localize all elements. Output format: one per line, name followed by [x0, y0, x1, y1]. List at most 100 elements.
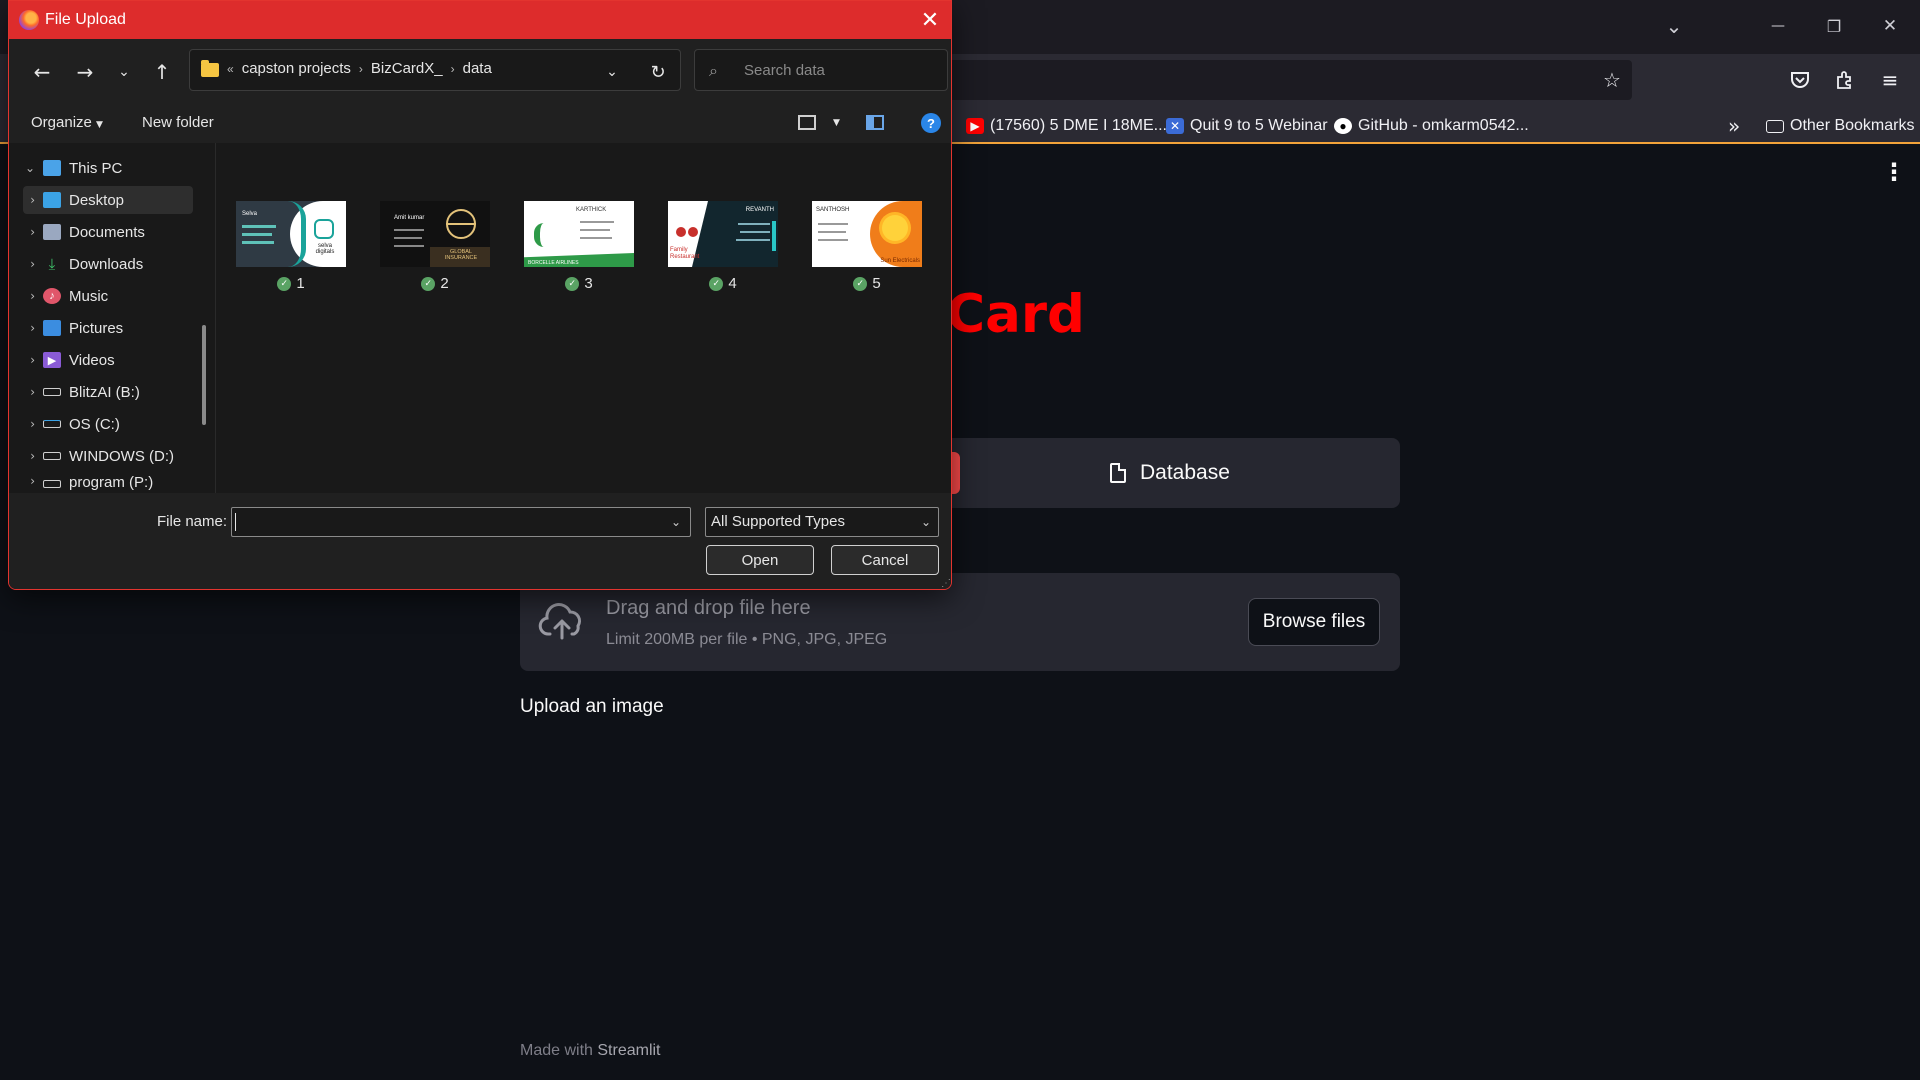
file-thumbnail-4[interactable]: Family Restaurant REVANTH [668, 201, 778, 267]
sync-ok-icon: ✓ [565, 276, 580, 291]
file-thumbnail-1[interactable]: Selva selva digitals [236, 201, 346, 267]
organize-label: Organize [31, 114, 92, 131]
bookmark-webinar[interactable]: ✕ Quit 9 to 5 Webinar [1166, 113, 1328, 139]
resize-grip-icon[interactable]: ⋰ [941, 579, 951, 589]
menu-icon[interactable]: ≡ [1873, 63, 1907, 97]
tree-item-os-drive[interactable]: › OS (C:) [9, 410, 209, 438]
chevron-right-icon: › [450, 61, 455, 76]
navigation-scrollbar[interactable] [202, 325, 206, 425]
forward-arrow-icon[interactable]: → [68, 57, 102, 87]
back-arrow-icon[interactable]: ← [25, 57, 59, 87]
bookmarks-overflow-icon[interactable]: » [1728, 113, 1740, 139]
bookmark-star-icon[interactable]: ☆ [1595, 63, 1629, 97]
tree-item-label: OS (C:) [69, 415, 120, 433]
search-icon: ⌕ [709, 61, 718, 80]
chevron-right-icon[interactable]: › [9, 353, 43, 367]
file-thumbnail-5[interactable]: SANTHOSH Sun Electricals [812, 201, 922, 267]
tree-item-pictures[interactable]: › Pictures [9, 314, 209, 342]
open-button[interactable]: Open [706, 545, 814, 575]
breadcrumb-overflow[interactable]: « [227, 62, 234, 76]
streamlit-link[interactable]: Streamlit [597, 1042, 660, 1059]
window-close-button[interactable]: ✕ [1865, 8, 1915, 44]
chevron-right-icon[interactable]: › [9, 289, 43, 303]
pictures-icon [43, 320, 61, 336]
preview-pane-icon[interactable] [866, 115, 884, 130]
dialog-titlebar: File Upload ✕ [9, 1, 951, 39]
list-all-tabs-button[interactable]: ⌄ [1649, 8, 1699, 44]
chevron-right-icon[interactable]: › [9, 449, 43, 463]
drive-icon [43, 388, 61, 396]
sync-ok-icon: ✓ [421, 276, 436, 291]
chevron-right-icon[interactable]: › [9, 257, 43, 271]
dropzone-instructions: Drag and drop file here [606, 597, 811, 619]
chevron-right-icon[interactable]: › [9, 385, 43, 399]
file-item-label[interactable]: ✓ 5 [812, 275, 922, 292]
file-item-label[interactable]: ✓ 4 [668, 275, 778, 292]
help-icon[interactable]: ? [921, 113, 941, 133]
cancel-button[interactable]: Cancel [831, 545, 939, 575]
breadcrumb-item[interactable]: capston projects [242, 60, 351, 77]
tree-item-documents[interactable]: › Documents [9, 218, 209, 246]
file-item-label[interactable]: ✓ 2 [380, 275, 490, 292]
minimize-button[interactable]: — [1753, 8, 1803, 44]
chevron-right-icon[interactable]: › [23, 193, 43, 207]
up-arrow-icon[interactable]: ↑ [145, 57, 179, 87]
chevron-down-icon[interactable]: ⌄ [9, 161, 43, 175]
app-menu-icon[interactable]: ⋮ [1882, 158, 1906, 186]
file-name: 1 [296, 275, 305, 292]
text-caret [235, 513, 236, 531]
tree-item-music[interactable]: › ♪ Music [9, 282, 209, 310]
restore-button[interactable]: ❐ [1809, 8, 1859, 44]
tree-item-program-drive[interactable]: › program (P:) [9, 474, 209, 493]
refresh-icon[interactable]: ↻ [641, 57, 675, 87]
tree-item-blitzai-drive[interactable]: › BlitzAI (B:) [9, 378, 209, 406]
card-name: Selva [242, 211, 258, 217]
close-icon[interactable]: ✕ [907, 1, 951, 39]
bookmark-label: Quit 9 to 5 Webinar [1190, 117, 1328, 134]
chevron-right-icon: › [358, 61, 363, 76]
chevron-right-icon[interactable]: › [9, 417, 43, 431]
tab-database[interactable]: Database [1110, 456, 1230, 490]
view-options-chevron-icon[interactable]: ▼ [833, 118, 840, 128]
tab-database-label: Database [1140, 461, 1230, 484]
other-bookmarks[interactable]: Other Bookmarks [1766, 113, 1914, 139]
tree-item-downloads[interactable]: › ⤓ Downloads [9, 250, 209, 278]
file-item-label[interactable]: ✓ 3 [524, 275, 634, 292]
bookmark-github[interactable]: ● GitHub - omkarm0542... [1334, 113, 1529, 139]
tree-item-windows-drive[interactable]: › WINDOWS (D:) [9, 442, 209, 470]
file-name: 5 [872, 275, 881, 292]
breadcrumb-item[interactable]: data [463, 60, 492, 77]
pocket-icon[interactable] [1783, 63, 1817, 97]
extensions-icon[interactable] [1827, 63, 1861, 97]
recent-locations-chevron-icon[interactable]: ⌄ [107, 57, 141, 87]
card-brand: GLOBAL INSURANCE [444, 249, 478, 261]
file-thumbnail-3[interactable]: KARTHICK BORCELLE AIRLINES [524, 201, 634, 267]
change-view-icon[interactable] [798, 115, 816, 130]
tree-item-label: BlitzAI (B:) [69, 383, 140, 401]
tree-item-videos[interactable]: › ▶ Videos [9, 346, 209, 374]
videos-icon: ▶ [43, 352, 61, 368]
breadcrumb-item[interactable]: BizCardX_ [371, 60, 443, 77]
file-item-label[interactable]: ✓ 1 [236, 275, 346, 292]
card-name: Amit kumar [394, 215, 425, 221]
browse-files-button[interactable]: Browse files [1248, 598, 1380, 646]
tree-item-this-pc[interactable]: ⌄ This PC [9, 154, 209, 182]
dialog-title: File Upload [45, 11, 126, 28]
chevron-right-icon[interactable]: › [9, 225, 43, 239]
chevron-right-icon[interactable]: › [9, 321, 43, 335]
file-name-history-chevron-icon[interactable]: ⌄ [671, 515, 681, 529]
webinar-icon: ✕ [1166, 118, 1184, 134]
tree-item-label: Desktop [69, 191, 125, 209]
chevron-right-icon[interactable]: › [9, 474, 43, 488]
tree-item-desktop[interactable]: › Desktop [23, 186, 193, 214]
bookmark-youtube[interactable]: ▶ (17560) 5 DME I 18ME... [966, 113, 1167, 139]
address-dropdown-chevron-icon[interactable]: ⌄ [595, 57, 629, 87]
card-brand: BORCELLE AIRLINES [528, 260, 579, 266]
tree-item-label: program (P:) [69, 474, 154, 491]
tree-item-label: Videos [69, 351, 115, 369]
new-folder-button[interactable]: New folder [142, 114, 214, 131]
tree-item-label: WINDOWS (D:) [69, 447, 174, 465]
file-name-input[interactable] [231, 507, 691, 537]
file-thumbnail-2[interactable]: GLOBAL INSURANCE Amit kumar [380, 201, 490, 267]
organize-menu[interactable]: Organize ▼ [31, 114, 103, 131]
